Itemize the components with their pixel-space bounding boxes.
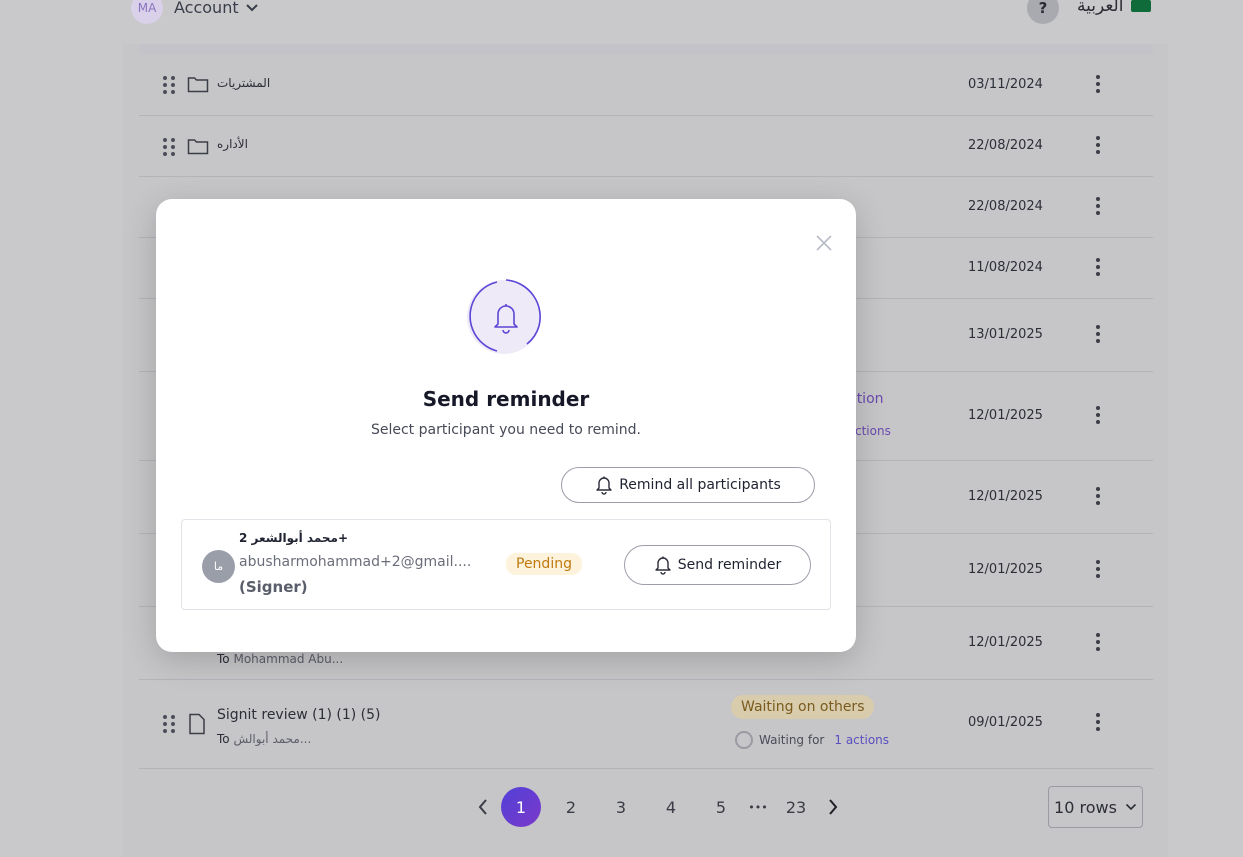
account-label: Account — [174, 0, 239, 17]
remind-all-label: Remind all participants — [619, 477, 781, 493]
participant-email: abusharmohammad+2@gmail.... — [239, 554, 472, 570]
more-options-icon[interactable] — [1094, 197, 1102, 217]
progress-ring-icon — [735, 731, 753, 749]
bell-icon — [655, 556, 671, 575]
send-reminder-button[interactable]: Send reminder — [624, 545, 811, 585]
chevron-down-icon — [1125, 803, 1137, 811]
page-23[interactable]: 23 — [776, 787, 816, 827]
pagination-ellipsis: ••• — [748, 800, 768, 814]
waiting-actions-link[interactable]: 1 actions — [834, 733, 889, 747]
row-name[interactable]: الأداره — [217, 137, 248, 151]
to-value: Mohammad Abu... — [233, 652, 344, 666]
folder-icon — [187, 139, 209, 155]
help-button[interactable]: ? — [1027, 0, 1059, 24]
to-prefix: To — [217, 652, 230, 666]
row-date: 12/01/2025 — [968, 635, 1043, 650]
status-badge: Pending — [506, 553, 582, 575]
more-options-icon[interactable] — [1094, 75, 1102, 95]
page-4[interactable]: 4 — [651, 787, 691, 827]
send-reminder-dialog: Send reminder Select participant you nee… — [156, 199, 856, 652]
to-value: محمد أبوالش... — [233, 732, 312, 746]
waiting-label: Waiting for — [759, 733, 825, 747]
flag-icon — [1131, 0, 1152, 12]
row-date: 22/08/2024 — [968, 199, 1043, 214]
rows-per-page-select[interactable]: 10 rows — [1048, 786, 1143, 828]
document-icon — [189, 713, 205, 735]
row-date: 12/01/2025 — [968, 489, 1043, 504]
close-icon[interactable] — [814, 233, 834, 253]
table-row[interactable]: المشتريات 03/11/2024 — [139, 54, 1153, 116]
row-recipient: To محمد أبوالش... — [217, 732, 311, 746]
top-bar: MA Account ? العربية — [0, 0, 1243, 40]
dialog-title: Send reminder — [422, 387, 590, 411]
to-prefix: To — [217, 732, 230, 746]
table-row[interactable]: الأداره 22/08/2024 — [139, 116, 1153, 177]
bell-icon — [467, 279, 541, 354]
participant-name: محمد أبوالشعر 2+ — [239, 531, 349, 545]
bell-icon — [596, 476, 612, 495]
row-name[interactable]: Signit review (1) (1) (5) — [217, 707, 381, 723]
waiting-actions-link[interactable]: ctions — [855, 424, 891, 438]
language-switch[interactable]: العربية — [1077, 0, 1152, 16]
row-date: 09/01/2025 — [968, 715, 1043, 730]
more-options-icon[interactable] — [1094, 487, 1102, 507]
row-date: 11/08/2024 — [968, 260, 1043, 275]
account-menu[interactable]: Account — [174, 0, 259, 17]
drag-handle-icon[interactable] — [163, 715, 175, 733]
more-options-icon[interactable] — [1094, 560, 1102, 580]
drag-handle-icon[interactable] — [163, 138, 175, 156]
more-options-icon[interactable] — [1094, 325, 1102, 345]
more-options-icon[interactable] — [1094, 258, 1102, 278]
drag-handle-icon[interactable] — [163, 76, 175, 94]
page-2[interactable]: 2 — [551, 787, 591, 827]
participant-card: ما محمد أبوالشعر 2+ abusharmohammad+2@gm… — [181, 519, 831, 610]
more-options-icon[interactable] — [1094, 406, 1102, 426]
table-header — [140, 44, 1153, 54]
remind-all-button[interactable]: Remind all participants — [561, 467, 815, 503]
page-5[interactable]: 5 — [701, 787, 741, 827]
prev-page-icon[interactable] — [463, 787, 503, 827]
waiting-info: Waiting for 1 actions — [735, 731, 889, 749]
row-date: 12/01/2025 — [968, 562, 1043, 577]
user-avatar[interactable]: MA — [131, 0, 163, 24]
send-reminder-label: Send reminder — [677, 557, 782, 573]
row-name[interactable]: المشتريات — [217, 76, 270, 90]
more-options-icon[interactable] — [1094, 136, 1102, 156]
language-label: العربية — [1077, 0, 1124, 16]
row-recipient: To Mohammad Abu... — [217, 652, 343, 666]
more-options-icon[interactable] — [1094, 633, 1102, 653]
folder-icon — [187, 77, 209, 93]
page-3[interactable]: 3 — [601, 787, 641, 827]
status-badge: Waiting on others — [731, 695, 875, 719]
row-date: 13/01/2025 — [968, 327, 1043, 342]
row-date: 22/08/2024 — [968, 138, 1043, 153]
row-date: 12/01/2025 — [968, 408, 1043, 423]
page-1[interactable]: 1 — [501, 787, 541, 827]
dialog-subtitle: Select participant you need to remind. — [370, 422, 642, 438]
rows-per-page-label: 10 rows — [1054, 797, 1117, 817]
more-options-icon[interactable] — [1094, 713, 1102, 733]
row-date: 03/11/2024 — [968, 77, 1043, 92]
table-row[interactable]: Signit review (1) (1) (5) To محمد أبوالش… — [139, 680, 1153, 769]
chevron-down-icon — [245, 3, 258, 11]
participant-avatar: ما — [202, 550, 235, 583]
next-page-icon[interactable] — [813, 787, 853, 827]
participant-role: (Signer) — [239, 578, 308, 596]
